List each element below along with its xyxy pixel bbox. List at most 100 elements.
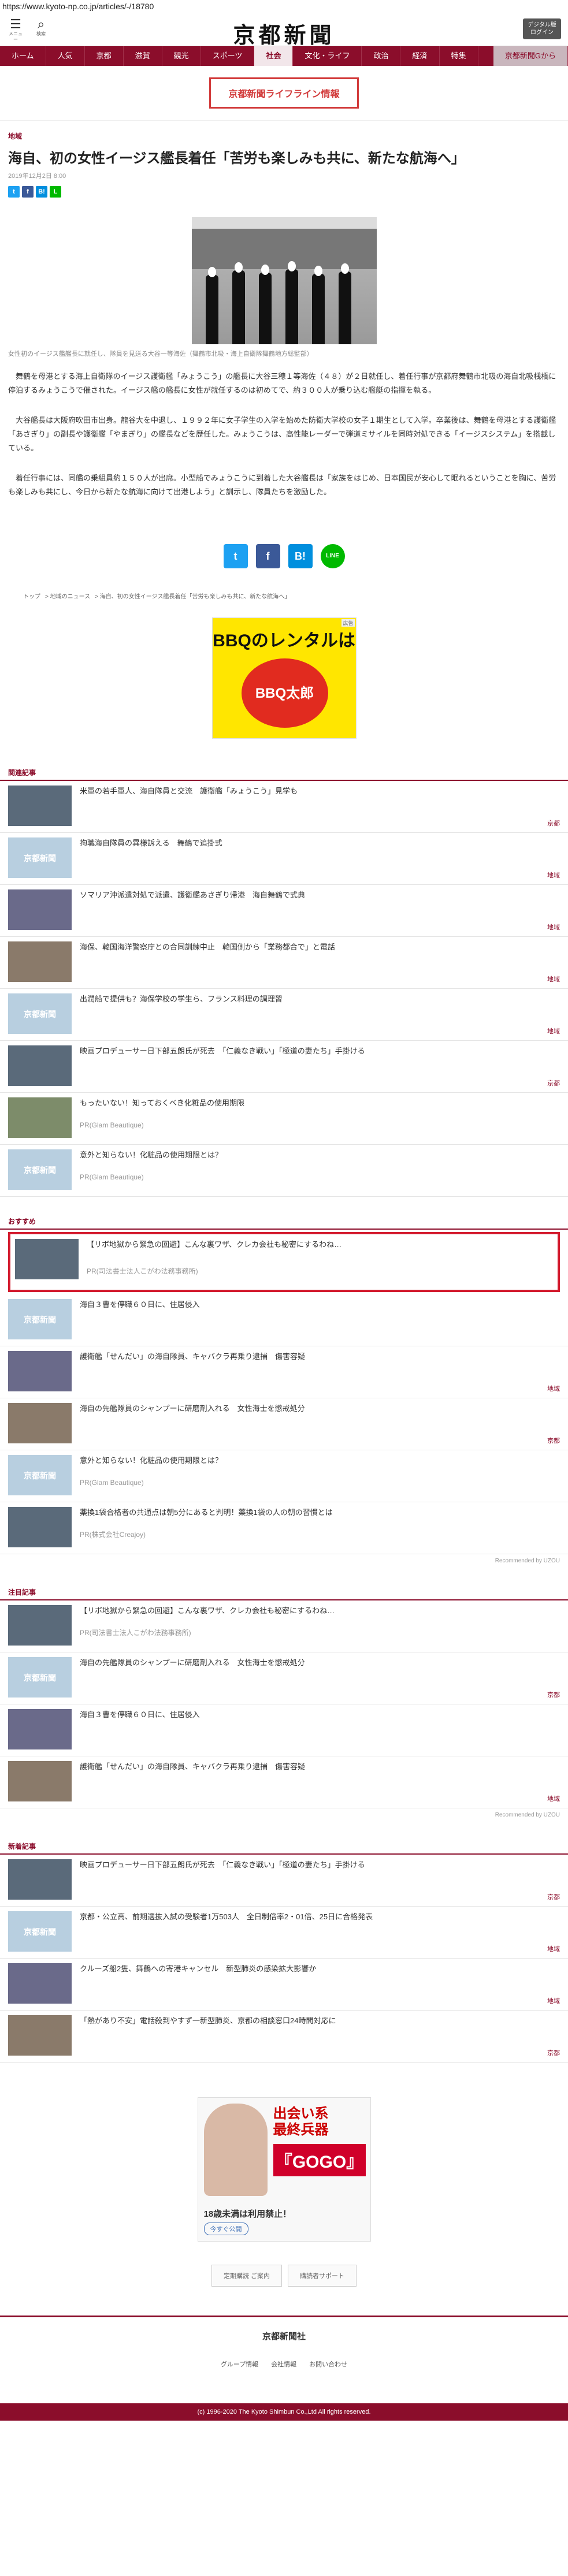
twitter-share-button[interactable]: t	[223, 544, 248, 568]
list-item[interactable]: 拘職海自隊員の異様訴える 舞鶴で追掛式地域	[0, 833, 568, 885]
section-label[interactable]: 地域	[0, 121, 568, 146]
latest-title: 新着記事	[0, 1839, 568, 1855]
twitter-icon[interactable]: t	[8, 186, 20, 198]
list-item[interactable]: 護衛艦「せんだい」の海自隊員、キャバクラ再乗り逮捕 傷害容疑地域	[0, 1756, 568, 1808]
list-item-tag[interactable]: 京都	[547, 2048, 560, 2057]
hatena-share-button[interactable]: B!	[288, 544, 313, 568]
hatena-icon[interactable]: B!	[36, 186, 47, 198]
thumbnail	[8, 837, 72, 878]
list-item-title: 海自の先艦隊員のシャンプーに研磨剤入れる 女性海士を懲戒処分	[80, 1658, 305, 1667]
list-item[interactable]: もったいない！知っておくべき化粧品の使用期限 PR(Glam Beautique)	[0, 1093, 568, 1145]
support-button[interactable]: 購読者サポート	[288, 2265, 357, 2287]
list-item[interactable]: 映画プロデューサー日下部五朗氏が死去 「仁義なき戦い」「極道の妻たち」手掛ける京…	[0, 1041, 568, 1093]
list-item-tag[interactable]: 京都	[547, 818, 560, 828]
facebook-icon[interactable]: f	[22, 186, 34, 198]
subscribe-button[interactable]: 定期購読 ご案内	[211, 2265, 283, 2287]
thumbnail	[8, 786, 72, 826]
recommend-list: 【リボ地獄から緊急の回避】こんな裏ワザ、クレカ会社も秘密にするわね… PR(司法書…	[0, 1232, 568, 1554]
nav-item[interactable]: 京都	[85, 46, 124, 66]
list-item[interactable]: 映画プロデューサー日下部五朗氏が死去 「仁義なき戦い」「極道の妻たち」手掛ける京…	[0, 1855, 568, 1907]
nav-item[interactable]: 特集	[440, 46, 478, 66]
lifeline-banner[interactable]: 京都新聞ライフライン情報	[209, 77, 359, 109]
list-item[interactable]: 護衛艦「せんだい」の海自隊員、キャバクラ再乗り逮捕 傷害容疑地域	[0, 1346, 568, 1398]
line-share-button[interactable]: LINE	[320, 544, 345, 568]
list-item-title: 護衛艦「せんだい」の海自隊員、キャバクラ再乗り逮捕 傷害容疑	[80, 1762, 306, 1771]
list-item-tag[interactable]: 地域	[547, 1944, 560, 1953]
footer-link[interactable]: お問い合わせ	[309, 2359, 347, 2369]
bbq-ad[interactable]: 広告 BBQのレンタルは BBQ太郎	[211, 617, 357, 739]
footer-link[interactable]: グループ情報	[221, 2359, 258, 2369]
nav-item[interactable]: 観光	[162, 46, 201, 66]
nav-item[interactable]: 人気	[46, 46, 85, 66]
footer-link[interactable]: 会社情報	[271, 2359, 296, 2369]
nav-item[interactable]: ホーム	[0, 46, 46, 66]
uzou-logo: Recommended by UZOU	[495, 1812, 560, 1818]
list-item-tag[interactable]: 地域	[547, 1026, 560, 1036]
list-item-tag[interactable]: 地域	[547, 1996, 560, 2005]
list-item-title: 出潤船で提供も？海保学校の学生ら、フランス料理の調理習	[80, 995, 283, 1003]
list-item-tag[interactable]: 京都	[547, 1436, 560, 1445]
list-item[interactable]: 海自の先艦隊員のシャンプーに研磨剤入れる 女性海士を懲戒処分京都	[0, 1398, 568, 1450]
list-item-tag[interactable]: 地域	[547, 870, 560, 880]
list-item[interactable]: 「熱があり不安」電話殺到やすず一新型肺炎、京都の相談窓口24時間対応に 京都	[0, 2011, 568, 2063]
list-item[interactable]: 米軍の若手軍人、海自隊員と交流 護衛艦「みょうこう」見学も京都	[0, 781, 568, 833]
list-item[interactable]: 海自３曹を停職６０日に、住居侵入	[0, 1294, 568, 1346]
list-item[interactable]: 海保、韓国海洋警察庁との合同訓練中止 韓国側から「業務都合で」と電話 地域	[0, 937, 568, 989]
thumbnail	[8, 889, 72, 930]
list-item[interactable]: 京都・公立高、前期選抜入試の受験者1万503人 全日制倍率2・01倍、25日に合…	[0, 1907, 568, 1959]
list-item-title: 【リボ地獄から緊急の回避】こんな裏ワザ、クレカ会社も秘密にするわね…	[80, 1606, 335, 1615]
facebook-share-button[interactable]: f	[255, 544, 280, 568]
list-item[interactable]: 出潤船で提供も？海保学校の学生ら、フランス料理の調理習地域	[0, 989, 568, 1041]
gogo-ad[interactable]: 出会い系 最終兵器 『GOGO』 18歳未満は利用禁止！ 今すぐ公開	[197, 2097, 371, 2242]
line-icon[interactable]: L	[50, 186, 61, 198]
list-item[interactable]: クルーズ船2隻、舞鶴への寄港キャンセル 新型肺炎の感染拡大影響か 地域	[0, 1959, 568, 2011]
list-item-source: PR(Glam Beautique)	[80, 1479, 144, 1487]
menu-button[interactable]: ☰ メニュー	[7, 17, 24, 43]
nav-item[interactable]: 滋賀	[124, 46, 162, 66]
thumbnail	[8, 1709, 72, 1749]
ad-cta-button[interactable]: 今すぐ公開	[203, 2223, 248, 2235]
digital-login-button[interactable]: デジタル版 ログイン	[523, 18, 561, 39]
nav-item[interactable]: 社会	[254, 46, 294, 66]
thumbnail	[8, 941, 72, 982]
footer-logo[interactable]: 京都新聞社	[0, 2317, 568, 2354]
list-item-title: 護衛艦「せんだい」の海自隊員、キャバクラ再乗り逮捕 傷害容疑	[80, 1352, 306, 1361]
list-item[interactable]: 海自３曹を停職６０日に、住居侵入	[0, 1704, 568, 1756]
list-item-tag[interactable]: 京都	[547, 1690, 560, 1699]
list-item-title: 薬換1袋合格者の共通点は朝5分にあると判明！薬換1袋の人の朝の習慣とは	[80, 1508, 333, 1517]
list-item[interactable]: 【リボ地獄から緊急の回避】こんな裏ワザ、クレカ会社も秘密にするわね… PR(司法書…	[8, 1232, 560, 1292]
list-item[interactable]: ソマリア沖派遣対処で派遣、護衛艦あさぎり帰港 海自舞鶴で式典 地域	[0, 885, 568, 937]
copyright: (c) 1996-2020 The Kyoto Shimbun Co.,Ltd …	[0, 2403, 568, 2421]
list-item-source: PR(Glam Beautique)	[80, 1121, 144, 1129]
ad-headline: BBQのレンタルは	[213, 631, 355, 650]
list-item-tag[interactable]: 京都	[547, 1078, 560, 1088]
list-item-tag[interactable]: 地域	[547, 974, 560, 984]
thumbnail	[8, 1761, 72, 1801]
breadcrumb-item[interactable]: 地域のニュース	[50, 594, 91, 600]
latest-list: 映画プロデューサー日下部五朗氏が死去 「仁義なき戦い」「極道の妻たち」手掛ける京…	[0, 1855, 568, 2063]
search-button[interactable]: ⌕ 検索	[32, 17, 50, 43]
list-item-title: 米軍の若手軍人、海自隊員と交流 護衛艦「みょうこう」見学も	[80, 787, 298, 795]
list-item-tag[interactable]: 京都	[547, 1892, 560, 1901]
nav-item[interactable]: 政治	[362, 46, 401, 66]
breadcrumb-item[interactable]: トップ	[23, 594, 40, 600]
nav-item[interactable]: 京都新聞Gから	[493, 46, 568, 66]
list-item[interactable]: 意外と知らない！化粧品の使用期限とは？ PR(Glam Beautique)	[0, 1450, 568, 1502]
site-logo[interactable]: 京都新聞	[233, 17, 335, 49]
uzou-logo: Recommended by UZOU	[495, 1558, 560, 1564]
list-item-title: 映画プロデューサー日下部五朗氏が死去 「仁義なき戦い」「極道の妻たち」手掛ける	[80, 1860, 365, 1869]
list-item[interactable]: 意外と知らない！化粧品の使用期限とは？ PR(Glam Beautique)	[0, 1145, 568, 1197]
list-item-tag[interactable]: 地域	[547, 1794, 560, 1803]
list-item[interactable]: 薬換1袋合格者の共通点は朝5分にあると判明！薬換1袋の人の朝の習慣とは PR(株式…	[0, 1502, 568, 1554]
list-item[interactable]: 海自の先艦隊員のシャンプーに研磨剤入れる 女性海士を懲戒処分京都	[0, 1652, 568, 1704]
nav-item[interactable]: 経済	[400, 46, 440, 66]
nav-item[interactable]: スポーツ	[201, 46, 255, 66]
list-item-tag[interactable]: 地域	[547, 922, 560, 932]
nav-item[interactable]: 文化・ライフ	[293, 46, 362, 66]
url-bar[interactable]: https://www.kyoto-np.co.jp/articles/-/18…	[0, 0, 568, 13]
list-item-tag[interactable]: 地域	[547, 1384, 560, 1393]
thumbnail	[8, 1911, 72, 1952]
hamburger-icon: ☰	[10, 17, 21, 31]
thumbnail	[8, 1507, 72, 1547]
list-item[interactable]: 【リボ地獄から緊急の回避】こんな裏ワザ、クレカ会社も秘密にするわね… PR(司法書…	[0, 1600, 568, 1652]
